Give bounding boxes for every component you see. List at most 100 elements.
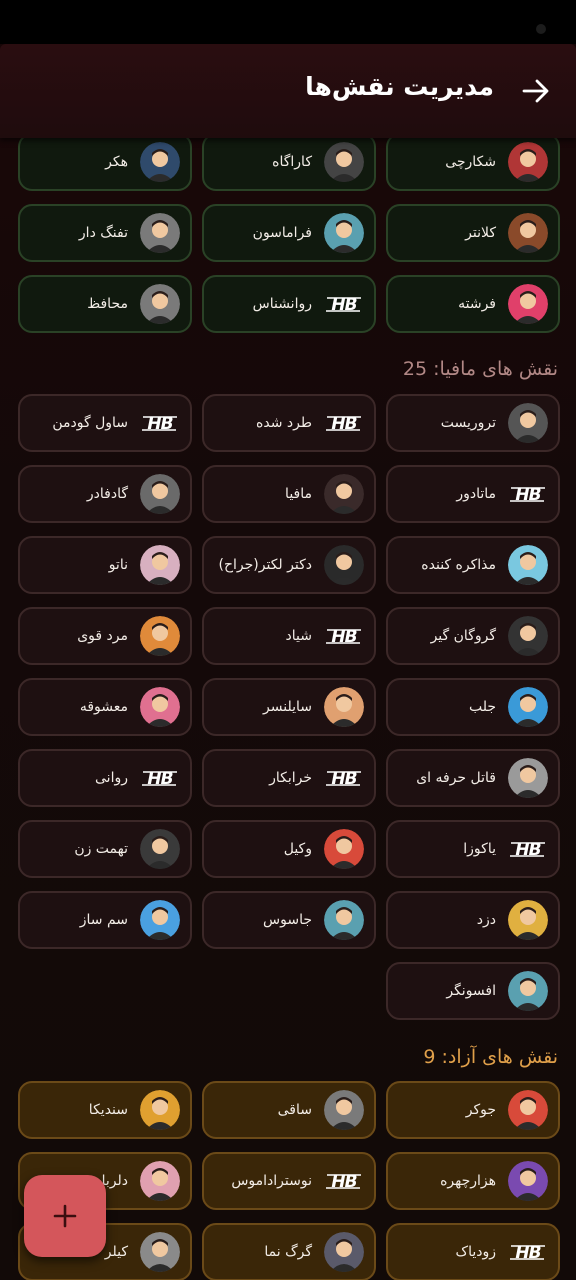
role-card[interactable]: تهمت زن [18,820,192,878]
app-bar: مدیریت نقش‌ها [0,44,576,138]
role-label: جاسوس [263,912,312,928]
role-card[interactable]: HB روانی [18,749,192,807]
hb-logo-icon: HB [508,1232,548,1272]
role-label: دلربا [101,1173,128,1189]
role-card[interactable]: جوکر [386,1081,560,1139]
role-card[interactable]: گادفادر [18,465,192,523]
role-label: ساقی [277,1102,312,1118]
terrorist-avatar-icon [508,403,548,443]
shield-icon [508,687,548,727]
charmer-couple-icon [140,1161,180,1201]
hostage-taker-icon [508,616,548,656]
role-card[interactable]: HB شیاد [202,607,376,665]
role-card[interactable]: کلانتر [386,204,560,262]
detective-avatar-icon [324,142,364,182]
lecter-mask-icon [324,545,364,585]
role-card[interactable]: HB طرد شده [202,394,376,452]
role-card[interactable]: HB روانشناس [202,275,376,333]
lawyer-avatar-icon [324,829,364,869]
role-label: نوستراداموس [231,1173,312,1189]
mafia-boss-avatar-icon [324,474,364,514]
role-label: ساول گودمن [52,415,128,431]
role-card[interactable]: تروریست [386,394,560,452]
role-label: جوکر [465,1102,496,1118]
role-card[interactable]: کاراگاه [202,133,376,191]
role-card[interactable]: سم ساز [18,891,192,949]
poison-skull-icon [140,900,180,940]
role-card[interactable]: ناتو [18,536,192,594]
role-label: تروریست [440,415,496,431]
role-card[interactable]: محافظ [18,275,192,333]
hb-logo-icon: HB [508,829,548,869]
role-card[interactable]: گروگان گیر [386,607,560,665]
role-label: گروگان گیر [430,628,496,644]
role-card[interactable]: شکارچی [386,133,560,191]
role-label: یاکوزا [463,841,496,857]
role-card[interactable]: هکر [18,133,192,191]
hb-logo-icon: HB [140,403,180,443]
spy-avatar-icon [324,900,364,940]
role-card[interactable]: جاسوس [202,891,376,949]
role-card[interactable]: HB خرابکار [202,749,376,807]
sorcerer-avatar-icon [508,971,548,1011]
role-label: شیاد [285,628,312,644]
role-card[interactable]: تفنگ دار [18,204,192,262]
role-label: ماتادور [456,486,496,502]
role-card[interactable]: سایلنسر [202,678,376,736]
role-card[interactable]: گرگ نما [202,1223,376,1280]
role-card[interactable]: وکیل [202,820,376,878]
guard-avatar-icon [140,284,180,324]
role-card[interactable]: HB زودیاک [386,1223,560,1280]
back-arrow-icon[interactable] [522,77,550,105]
role-card[interactable]: فراماسون [202,204,376,262]
role-card[interactable]: HB ماتادور [386,465,560,523]
role-card[interactable]: قاتل حرفه ای [386,749,560,807]
negotiator-group-icon [508,545,548,585]
role-label: محافظ [87,296,128,312]
mistress-avatar-icon [140,687,180,727]
role-card[interactable]: سندیکا [18,1081,192,1139]
role-label: شکارچی [445,154,496,170]
strongman-avatar-icon [140,616,180,656]
role-card[interactable]: فرشته [386,275,560,333]
role-label: کاراگاه [272,154,312,170]
hunter-avatar-icon [508,142,548,182]
role-card[interactable]: مافیا [202,465,376,523]
role-label: روانی [95,770,128,786]
role-label: هکر [105,154,128,170]
role-label: تهمت زن [74,841,128,857]
hb-logo-icon: HB [140,758,180,798]
role-card[interactable]: HB نوستراداموس [202,1152,376,1210]
silencer-hand-icon [324,687,364,727]
thief-avatar-icon [508,900,548,940]
roles-list[interactable]: شکارچی کاراگاه هکر کلانتر فراماسون تفنگ دار فر… [0,0,576,1280]
werewolf-avatar-icon [324,1232,364,1272]
role-card[interactable]: جلب [386,678,560,736]
gunman-avatar-icon [140,213,180,253]
role-card[interactable]: هزارچهره [386,1152,560,1210]
joker-avatar-icon [508,1090,548,1130]
role-card[interactable]: دزد [386,891,560,949]
role-card[interactable]: HB ساول گودمن [18,394,192,452]
sheriff-avatar-icon [508,213,548,253]
killer-avatar-icon [140,1232,180,1272]
role-label: قاتل حرفه ای [416,770,496,786]
role-label: مافیا [285,486,312,502]
role-card[interactable]: ساقی [202,1081,376,1139]
role-card[interactable]: معشوقه [18,678,192,736]
role-label: دزد [476,912,496,928]
hb-logo-icon: HB [324,758,364,798]
role-card[interactable]: مرد قوی [18,607,192,665]
role-label: دکتر لکتر(جراح) [218,557,312,573]
add-role-button[interactable] [24,1175,106,1257]
role-card[interactable]: HB یاکوزا [386,820,560,878]
assassin-avatar-icon [508,758,548,798]
role-label: روانشناس [252,296,312,312]
role-card[interactable]: افسونگر [386,962,560,1020]
role-label: مذاکره کننده [421,557,496,573]
role-card[interactable]: مذاکره کننده [386,536,560,594]
role-label: هزارچهره [440,1173,496,1189]
hb-logo-icon: HB [324,403,364,443]
plus-icon [53,1204,77,1228]
role-card[interactable]: دکتر لکتر(جراح) [202,536,376,594]
